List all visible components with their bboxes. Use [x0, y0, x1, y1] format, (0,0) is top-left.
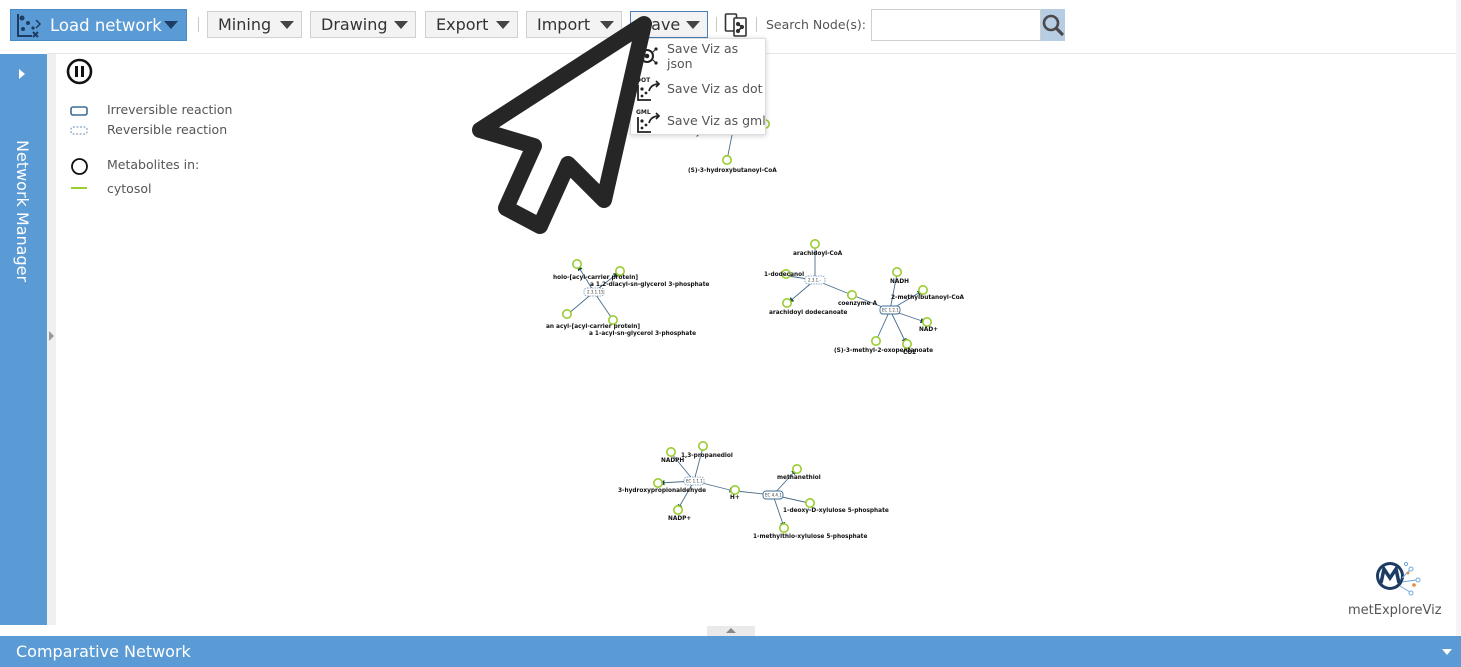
- mining-menu-button[interactable]: Mining: [207, 11, 302, 38]
- menu-item-label: Save Viz as json: [667, 41, 739, 71]
- reaction-label: EC 1.1.1: [686, 479, 703, 484]
- node-label: NADH: [890, 279, 909, 285]
- node-label: NADP+: [668, 516, 691, 522]
- node-label: a 1-acyl-sn-glycerol 3-phosphate: [589, 331, 696, 337]
- search-node-input[interactable]: [871, 9, 1041, 41]
- node-label: 2-methylbutanoyl-CoA: [891, 295, 965, 301]
- reaction-label: 2.3.1.-: [808, 278, 821, 283]
- network-manager-panel[interactable]: Network Manager: [0, 54, 47, 625]
- toolbar-separator: [198, 17, 199, 32]
- node-label: 3-hydroxypropionaldehyde: [618, 488, 706, 494]
- pause-icon[interactable]: [66, 58, 93, 85]
- node-label: methanethiol: [777, 475, 821, 481]
- load-network-button[interactable]: Load network: [10, 9, 187, 41]
- node-label: (S)-3-methyl-2-oxopentanoate: [834, 348, 933, 354]
- compartment-label: cytosol: [107, 181, 152, 196]
- drawing-label: Drawing: [321, 15, 388, 34]
- mining-label: Mining: [218, 15, 272, 34]
- node-label: 1-dodecanol: [764, 272, 804, 278]
- node-label: 1-methylthio-xylulose 5-phosphate: [753, 534, 867, 540]
- irreversible-reaction-label: Irreversible reaction: [107, 102, 233, 117]
- node-label: CO2: [903, 350, 916, 356]
- reversible-reaction-label: Reversible reaction: [107, 122, 228, 137]
- reaction-label: EC 4.4.1: [765, 493, 782, 498]
- search-icon: [1042, 14, 1065, 37]
- toolbar-separator: [756, 17, 757, 32]
- chevron-down-icon: [394, 20, 408, 29]
- mouse-cursor-icon: [472, 16, 652, 234]
- comparative-network-panel[interactable]: Comparative Network: [0, 636, 1461, 667]
- drawing-menu-button[interactable]: Drawing: [310, 11, 416, 38]
- collapse-arrow-icon[interactable]: [49, 331, 54, 341]
- node-label: 1,3-propanediol: [681, 453, 733, 459]
- reaction-label: 2.3.1.15: [587, 290, 604, 295]
- node-label: (S)-3-hydroxybutanoyl-CoA: [688, 168, 777, 174]
- node-label: holo-[acyl-carrier protein]: [553, 275, 638, 281]
- node-label: a 1,2-diacyl-sn-glycerol 3-phosphate: [590, 282, 709, 288]
- panel-splitter[interactable]: [47, 54, 56, 625]
- node-label: H+: [730, 495, 740, 501]
- network-load-icon: [17, 14, 42, 38]
- load-network-label: Load network: [50, 15, 162, 35]
- network-manager-title: Network Manager: [13, 140, 32, 283]
- irreversible-reaction-swatch: [70, 106, 88, 116]
- metabolite-circle-icon: [71, 158, 88, 175]
- compare-networks-icon[interactable]: [724, 12, 750, 38]
- search-label: Search Node(s):: [766, 17, 867, 32]
- chevron-down-icon[interactable]: [1442, 649, 1452, 655]
- comparative-network-title: Comparative Network: [16, 642, 191, 661]
- reaction-label: EC 1.2.1: [882, 308, 899, 313]
- chevron-down-icon: [164, 21, 178, 29]
- logo-text: metExploreViz: [1348, 603, 1442, 618]
- right-edge: [1456, 0, 1461, 636]
- menu-item-label: Save Viz as dot: [667, 80, 763, 96]
- node-label: an acyl-[acyl-carrier protein]: [546, 324, 640, 330]
- node-label: coenzyme A: [838, 301, 878, 307]
- chevron-down-icon: [280, 20, 294, 29]
- metabolites-in-label: Metabolites in:: [107, 157, 200, 172]
- node-label: arachidoyl-CoA: [793, 251, 843, 257]
- expand-arrow-icon[interactable]: [19, 69, 25, 79]
- menu-item-label: Save Viz as gml: [667, 112, 766, 128]
- bottom-panel-handle[interactable]: [707, 626, 755, 636]
- node-label: 1-deoxy-D-xylulose 5-phosphate: [783, 508, 889, 514]
- chevron-down-icon: [686, 20, 700, 29]
- app-window: 2.3.1.15 2.3.1.- EC 1.2.1 EC 1.1.1 EC 4.…: [0, 0, 1461, 667]
- search-button[interactable]: [1041, 9, 1065, 41]
- compartment-color-swatch: [71, 187, 87, 189]
- toolbar-separator: [716, 17, 717, 32]
- reversible-reaction-swatch: [70, 126, 88, 135]
- node-label: NAD+: [919, 327, 938, 333]
- node-label: NADPH: [661, 458, 684, 464]
- node-label: arachidoyl dodecanoate: [769, 310, 848, 316]
